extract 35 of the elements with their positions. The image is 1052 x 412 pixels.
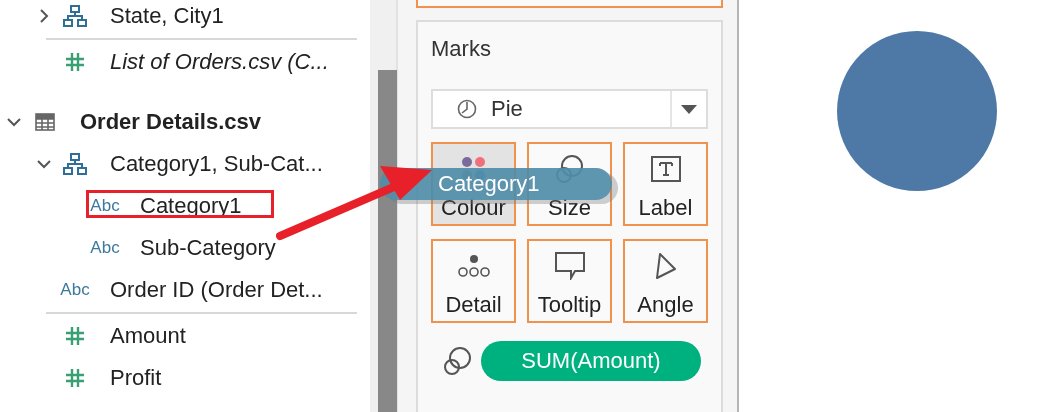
table-name[interactable]: Order Details.csv — [80, 109, 261, 135]
caret-icon — [681, 104, 697, 114]
field-name[interactable]: Category1 — [140, 193, 242, 219]
field-name[interactable]: Profit — [110, 365, 162, 391]
field-name[interactable]: Amount — [110, 323, 186, 349]
table-icon — [35, 113, 55, 131]
label-button[interactable]: Label — [623, 142, 708, 226]
detail-dots-icon — [457, 254, 490, 278]
field-name[interactable]: Category1, Sub-Cat... — [110, 151, 323, 177]
detail-button[interactable]: Detail — [431, 239, 516, 323]
hash-icon — [65, 326, 85, 346]
scrollbar[interactable] — [370, 0, 398, 412]
type-icon: Abc — [90, 238, 120, 258]
size-circles-icon — [443, 346, 473, 376]
marks-title: Marks — [431, 36, 492, 62]
field-name[interactable]: Sub-Category — [140, 235, 276, 261]
field-name[interactable]: State, City1 — [110, 3, 224, 29]
speech-bubble-icon — [554, 252, 585, 280]
hierarchy-icon — [63, 153, 87, 175]
hash-icon — [65, 52, 85, 72]
field-name[interactable]: List of Orders.csv (C... — [110, 49, 329, 75]
hierarchy-icon — [63, 5, 87, 27]
mark-type-dropdown[interactable]: Pie — [431, 89, 708, 129]
hash-icon — [65, 368, 85, 388]
chevron-down-icon[interactable] — [37, 159, 51, 169]
text-label-icon — [650, 156, 681, 182]
pie-icon — [457, 99, 477, 119]
angle-button[interactable]: Angle — [623, 239, 708, 323]
chevron-right-icon[interactable] — [39, 9, 49, 23]
chevron-down-icon[interactable] — [7, 117, 21, 127]
type-icon: Abc — [60, 280, 90, 300]
type-icon: Abc — [90, 196, 120, 216]
field-name[interactable]: Order ID (Order Det... — [110, 277, 323, 303]
angle-icon — [653, 252, 678, 280]
tooltip-button[interactable]: Tooltip — [527, 239, 612, 323]
